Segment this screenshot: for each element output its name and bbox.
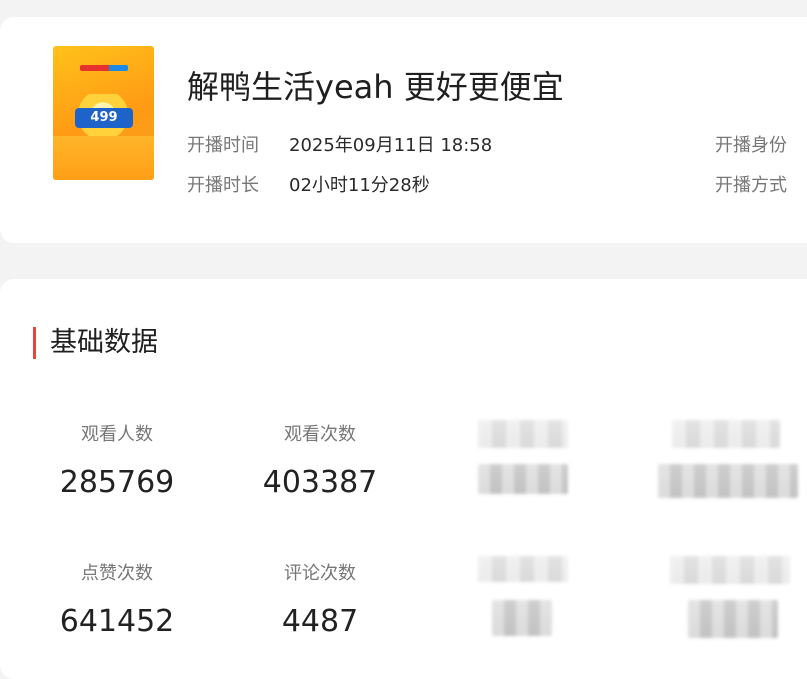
start-time-value: 2025年09月11日 18:58 [289, 135, 493, 156]
section-accent-bar [33, 327, 36, 359]
stat-value-viewers: 285769 [59, 465, 175, 500]
stat-value-likes: 641452 [59, 604, 175, 639]
redacted-stat-value [478, 464, 568, 494]
cover-stage-graphic [53, 136, 154, 180]
redacted-stat-label [672, 420, 780, 448]
redacted-stat-value [688, 600, 778, 638]
stat-value-views: 403387 [262, 465, 378, 500]
redacted-stat-label [478, 420, 568, 448]
duration-label: 开播时长 [187, 175, 259, 196]
cover-price-badge: 499 [75, 108, 133, 128]
redacted-stat-label [670, 556, 790, 584]
duration-value: 02小时11分28秒 [289, 175, 430, 196]
stat-value-comments: 4487 [281, 604, 359, 639]
cover-brand-logo [80, 65, 128, 71]
mode-label: 开播方式 [715, 175, 787, 196]
stat-label-comments: 评论次数 [284, 563, 356, 584]
section-title: 基础数据 [50, 327, 158, 358]
stat-label-viewers: 观看人数 [81, 424, 153, 445]
start-time-label: 开播时间 [187, 135, 259, 156]
identity-label: 开播身份 [715, 135, 787, 156]
live-title: 解鸭生活yeah 更好更便宜 [187, 68, 564, 106]
redacted-stat-value [492, 600, 552, 636]
stat-label-likes: 点赞次数 [81, 563, 153, 584]
redacted-stat-value [658, 464, 798, 498]
redacted-stat-label [478, 556, 568, 582]
live-cover-image[interactable]: 499 [53, 46, 154, 180]
stat-label-views: 观看次数 [284, 424, 356, 445]
